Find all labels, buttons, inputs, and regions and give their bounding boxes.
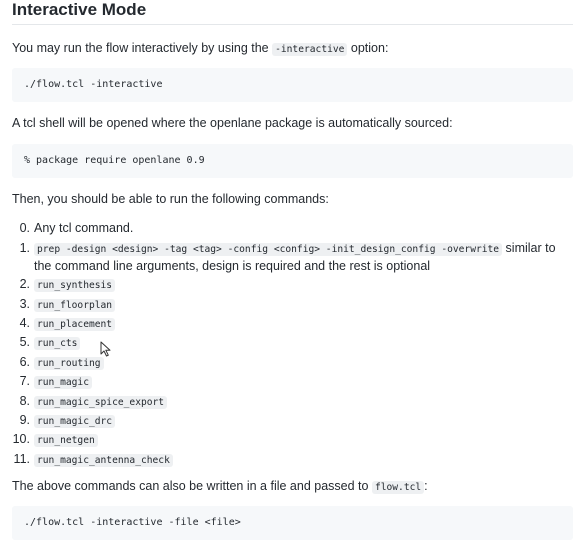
inline-code-command: run_routing <box>34 356 104 370</box>
commands-intro-paragraph: Then, you should be able to run the foll… <box>12 191 329 206</box>
inline-code-flow-tcl: flow.tcl <box>371 481 425 495</box>
inline-code-command: run_cts <box>34 337 81 351</box>
list-item: 4. run_placement <box>12 314 573 333</box>
inline-code-command: run_magic_drc <box>34 414 116 428</box>
list-item: 1. prep -design <design> -tag <tag> -conf… <box>12 238 573 275</box>
intro-text-before: You may run the flow interactively by us… <box>12 41 273 55</box>
list-number: 10. <box>12 432 30 447</box>
list-item: 5. run_cts <box>12 333 573 352</box>
inline-code-command: run_synthesis <box>34 279 116 293</box>
code-block-flow-file[interactable]: ./flow.tcl -interactive -file <file> <box>12 505 573 540</box>
list-number: 0. <box>19 221 30 236</box>
inline-code-command: run_magic_spice_export <box>34 395 168 409</box>
code-block-package-require[interactable]: % package require openlane 0.9 <box>12 143 573 178</box>
shell-paragraph: A tcl shell will be opened where the ope… <box>12 115 453 130</box>
list-item: 2. run_synthesis <box>12 275 573 294</box>
section-heading: Interactive Mode <box>12 0 573 25</box>
file-paragraph: The above commands can also be written i… <box>12 477 573 496</box>
list-item: 9. run_magic_drc <box>12 411 573 430</box>
mouse-pointer-icon <box>100 341 111 357</box>
inline-code-prep: prep -design <design> -tag <tag> -config… <box>34 243 503 257</box>
list-number: 3. <box>19 296 30 311</box>
list-number: 6. <box>19 354 30 369</box>
list-item: 11. run_magic_antenna_check <box>12 450 573 469</box>
inline-code-command: run_magic_antenna_check <box>34 453 173 467</box>
inline-code-interactive: -interactive <box>272 43 348 56</box>
inline-code-command: run_magic <box>34 376 92 390</box>
file-text-after: : <box>424 479 428 494</box>
file-text-before: The above commands can also be written i… <box>12 479 372 494</box>
commands-list: 0. Any tcl command. 1. prep -design <desig… <box>12 218 573 469</box>
list-item: 10. run_netgen <box>12 430 573 449</box>
list-item: 7. run_magic <box>12 372 573 391</box>
list-number: 4. <box>19 316 30 331</box>
inline-code-command: run_placement <box>34 318 116 332</box>
list-number: 1. <box>19 241 30 256</box>
intro-text-after: option: <box>347 41 389 55</box>
code-block-flow-interactive[interactable]: ./flow.tcl -interactive <box>12 67 573 102</box>
list-item: 0. Any tcl command. <box>12 218 573 238</box>
list-item: 6. run_routing <box>12 353 573 372</box>
list-number: 8. <box>19 393 30 408</box>
inline-code-command: run_floorplan <box>34 298 116 312</box>
list-item-text: Any tcl command. <box>34 221 134 236</box>
list-item: 3. run_floorplan <box>12 295 573 314</box>
list-item: 8. run_magic_spice_export <box>12 392 573 411</box>
list-number: 5. <box>19 335 30 350</box>
intro-paragraph: You may run the flow interactively by us… <box>12 39 573 58</box>
list-number: 2. <box>19 277 30 292</box>
list-number: 11. <box>13 451 30 466</box>
inline-code-command: run_netgen <box>34 434 98 448</box>
document-content: Interactive Mode You may run the flow in… <box>12 0 573 540</box>
list-number: 9. <box>19 412 30 427</box>
list-number: 7. <box>19 374 30 389</box>
